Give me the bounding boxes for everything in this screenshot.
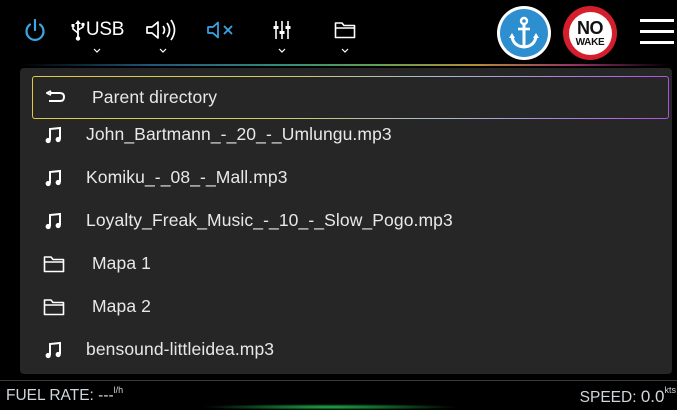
chevron-down-icon [93,48,101,53]
usb-icon [71,20,85,41]
fuel-rate-value: --- [98,387,114,404]
list-item-label: Mapa 1 [92,253,151,273]
fuel-rate-readout: FUEL RATE: ---l/h [6,385,124,405]
anchor-button[interactable] [497,6,551,60]
list-item-file[interactable]: John_Bartmann_-_20_-_Umlungu.mp3 [32,113,669,156]
chevron-down-icon [341,48,349,53]
equalizer-sliders-icon [273,21,291,39]
folder-icon [334,22,356,39]
equalizer-button[interactable] [267,0,297,60]
anchor-icon [509,16,539,49]
list-item-file[interactable]: bensound-littleidea.mp3 [32,328,669,371]
chevron-down-icon [159,48,167,53]
speaker-mute-icon [207,21,233,39]
hamburger-menu-icon[interactable] [640,17,674,47]
file-browser-list: Parent directory John_Bartmann_-_20_-_Um… [20,68,672,374]
speed-label: SPEED: [579,389,637,406]
folder-icon [32,255,76,273]
speed-readout: SPEED: 0.0kts [579,385,676,407]
list-item-label: Parent directory [92,87,218,107]
list-item-label: Loyalty_Freak_Music_-_10_-_Slow_Pogo.mp3 [86,210,453,230]
music-note-icon [32,169,76,187]
chevron-down-icon [278,48,286,53]
return-arrow-icon [33,89,77,106]
mute-button[interactable] [204,0,238,60]
fuel-rate-label: FUEL RATE: [6,387,94,404]
list-item-label: bensound-littleidea.mp3 [86,339,275,359]
toolbar-divider [20,64,670,66]
list-item-file[interactable]: Komiku_-_08_-_Mall.mp3 [32,156,669,199]
list-item-label: Mapa 2 [92,296,151,316]
music-note-icon [32,126,76,144]
speed-unit: kts [664,385,676,395]
power-icon [25,18,45,41]
list-item-file[interactable]: Loyalty_Freak_Music_-_10_-_Slow_Pogo.mp3 [32,199,669,242]
speaker-volume-icon [146,19,176,41]
no-wake-button[interactable]: NO WAKE [563,6,617,60]
speed-value: 0.0 [640,387,665,406]
list-item-label: Komiku_-_08_-_Mall.mp3 [86,167,288,187]
list-item-folder[interactable]: Mapa 1 [32,242,669,285]
music-note-icon [32,212,76,230]
music-note-icon [32,341,76,359]
no-wake-sign: NO WAKE [568,11,612,55]
volume-button[interactable] [143,0,183,60]
top-toolbar: USB NO WAKE [0,0,677,68]
status-glow [200,404,460,410]
power-button[interactable] [20,0,50,60]
list-item-folder[interactable]: Mapa 2 [32,285,669,328]
fuel-rate-unit: l/h [113,385,124,395]
source-usb-button[interactable]: USB [64,0,130,60]
list-item-label: John_Bartmann_-_20_-_Umlungu.mp3 [86,124,392,144]
browse-folder-button[interactable] [330,0,360,60]
folder-icon [32,298,76,316]
source-label: USB [85,19,125,40]
